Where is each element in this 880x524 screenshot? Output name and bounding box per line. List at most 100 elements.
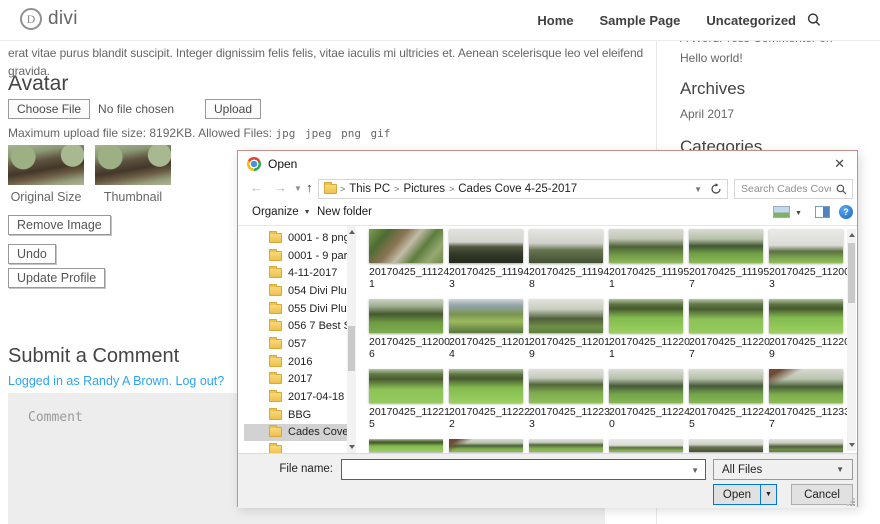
address-dropdown-chevron-icon[interactable]: ▼ — [694, 185, 702, 194]
dialog-nav-bar: ← → ▼ ↑ >This PC>Pictures>Cades Cove 4-2… — [238, 177, 857, 201]
grid-scroll-up-icon[interactable] — [849, 233, 855, 237]
file-item[interactable]: 20170425_112215 — [369, 369, 449, 427]
tree-scrollbar-thumb[interactable] — [348, 326, 355, 371]
folder-item[interactable]: 055 Divi Plugin — [244, 300, 347, 318]
file-name: 20170425_112003 — [769, 267, 845, 290]
nav-link[interactable]: Sample Page — [599, 13, 680, 28]
logout-link[interactable]: Log out? — [172, 374, 224, 388]
file-thumbnail-partial[interactable] — [369, 439, 443, 452]
file-item[interactable]: 20170425_112003 — [769, 229, 849, 287]
file-name-chevron-icon[interactable]: ▼ — [691, 466, 699, 475]
upload-button[interactable]: Upload — [205, 99, 261, 119]
grid-scroll-down-icon[interactable] — [849, 443, 855, 447]
dialog-footer: File name: ▼ All Files ▼ Open ▼ Cancel — [238, 453, 857, 508]
file-item[interactable]: 20170425_111948 — [529, 229, 609, 287]
tree-scrollbar[interactable] — [347, 226, 356, 453]
dialog-search-input[interactable] — [735, 180, 831, 198]
address-bar[interactable]: >This PC>Pictures>Cades Cove 4-25-2017 ▼ — [318, 179, 728, 199]
file-item[interactable]: 20170425_112240 — [609, 369, 689, 427]
file-item[interactable]: 20170425_112019 — [529, 299, 609, 357]
file-thumbnail-partial[interactable] — [769, 439, 843, 452]
archive-link-april-2017[interactable]: April 2017 — [680, 107, 734, 121]
file-name-input[interactable] — [342, 460, 682, 479]
folder-item[interactable]: 056 7 Best Scre — [244, 317, 347, 335]
file-thumbnail — [609, 299, 683, 333]
cancel-button[interactable]: Cancel — [791, 484, 853, 505]
file-item[interactable]: 20170425_111943 — [449, 229, 529, 287]
scroll-down-icon[interactable] — [349, 445, 355, 449]
file-item[interactable]: 20170425_111951 — [609, 229, 689, 287]
file-item[interactable]: 20170425_112245 — [689, 369, 769, 427]
up-arrow-icon[interactable]: ↑ — [306, 180, 313, 195]
file-name: 20170425_112006 — [369, 337, 445, 360]
file-item[interactable]: 20170425_111957 — [689, 229, 769, 287]
folder-item[interactable]: 2017 — [244, 371, 347, 389]
file-item[interactable]: 20170425_112337 — [769, 369, 849, 427]
open-button[interactable]: Open ▼ — [713, 484, 777, 505]
preview-pane-icon[interactable] — [815, 206, 830, 218]
file-thumbnail-partial[interactable] — [689, 439, 763, 452]
file-item[interactable]: 20170425_112201 — [609, 299, 689, 357]
grid-scrollbar[interactable] — [847, 229, 856, 451]
folder-item[interactable]: Cades Cove 4-2 — [244, 424, 347, 442]
scroll-up-icon[interactable] — [349, 230, 355, 234]
refresh-icon[interactable] — [710, 183, 722, 195]
file-item[interactable]: 20170425_112006 — [369, 299, 449, 357]
file-thumbnail-partial[interactable] — [449, 439, 523, 452]
file-item[interactable]: 20170425_112233 — [529, 369, 609, 427]
grid-scrollbar-thumb[interactable] — [848, 243, 855, 303]
page-root: A WordPress Commenter on Hello world! Ar… — [0, 0, 880, 524]
magnifier-icon[interactable] — [836, 184, 847, 195]
site-logo[interactable]: D divi — [20, 8, 78, 30]
file-item[interactable]: 20170425_111241 — [369, 229, 449, 287]
folder-item[interactable]: BBG — [244, 406, 347, 424]
help-icon[interactable]: ? — [839, 205, 853, 219]
folder-item-partial[interactable] — [244, 441, 347, 453]
file-thumbnail-partial[interactable] — [529, 439, 603, 452]
user-profile-link[interactable]: Randy A Brown. — [83, 374, 172, 388]
nav-link[interactable]: Uncategorized — [706, 13, 796, 28]
file-item[interactable]: 20170425_112014 — [449, 299, 529, 357]
folder-item[interactable]: 0001 - 9 paralla — [244, 247, 347, 265]
file-item[interactable]: 20170425_112207 — [689, 299, 769, 357]
folder-tree-panel: 0001 - 8 pngs0001 - 9 paralla4-11-201705… — [244, 226, 356, 453]
folder-item[interactable]: 4-11-2017 — [244, 264, 347, 282]
back-arrow-icon[interactable]: ← — [250, 180, 263, 195]
file-thumbnail — [369, 229, 443, 263]
folder-item[interactable]: 2017-04-18 — [244, 388, 347, 406]
remove-image-button[interactable]: Remove Image — [8, 215, 111, 235]
recent-locations-chevron-icon[interactable]: ▼ — [294, 184, 302, 193]
choose-file-button[interactable]: Choose File — [8, 99, 90, 119]
breadcrumb-segment[interactable]: Pictures — [400, 183, 448, 195]
undo-button[interactable]: Undo — [8, 244, 56, 264]
update-profile-button[interactable]: Update Profile — [8, 268, 105, 288]
recent-comment-post-link[interactable]: Hello world! — [680, 51, 743, 65]
organize-button[interactable]: Organize▼ — [252, 206, 311, 218]
nav-link[interactable]: Home — [537, 13, 573, 28]
resize-grip[interactable] — [846, 497, 855, 506]
close-icon[interactable]: ✕ — [834, 156, 845, 172]
folder-icon — [269, 410, 282, 420]
forward-arrow-icon[interactable]: → — [274, 180, 287, 195]
folder-label: 2016 — [288, 356, 312, 368]
dialog-title-bar[interactable]: Open — [238, 151, 857, 177]
site-header: D divi Home Sample Page Uncategorized — [0, 0, 880, 40]
folder-item[interactable]: 057 — [244, 335, 347, 353]
breadcrumb-segment[interactable]: This PC — [346, 183, 393, 195]
open-button-dropdown-icon[interactable]: ▼ — [761, 485, 776, 504]
breadcrumb-segment[interactable]: Cades Cove 4-25-2017 — [455, 183, 580, 195]
folder-icon — [269, 233, 282, 243]
file-item[interactable]: 20170425_112209 — [769, 299, 849, 357]
file-type-select[interactable]: All Files ▼ — [713, 459, 853, 480]
folder-item[interactable]: 054 Divi Plugin — [244, 282, 347, 300]
new-folder-button[interactable]: New folder — [317, 206, 372, 218]
file-name: 20170425_112207 — [689, 337, 765, 360]
no-file-chosen-text: No file chosen — [98, 102, 174, 116]
search-icon[interactable] — [806, 12, 822, 28]
change-view-caret-icon[interactable]: ▼ — [795, 210, 802, 217]
folder-item[interactable]: 2016 — [244, 353, 347, 371]
file-thumbnail-partial[interactable] — [609, 439, 683, 452]
change-view-icon[interactable] — [773, 206, 790, 218]
folder-item[interactable]: 0001 - 8 pngs — [244, 229, 347, 247]
file-item[interactable]: 20170425_112222 — [449, 369, 529, 427]
